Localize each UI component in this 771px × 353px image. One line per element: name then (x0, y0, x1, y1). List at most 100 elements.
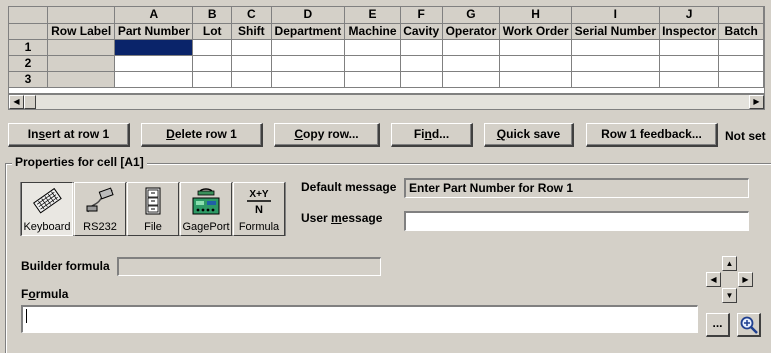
column-name-header[interactable]: Machine (344, 23, 401, 40)
column-name-header[interactable]: Cavity (400, 23, 443, 40)
grid-cell[interactable] (114, 55, 194, 72)
column-name-header[interactable]: Work Order (499, 23, 572, 40)
column-letter-header[interactable]: I (571, 7, 660, 24)
rs232-label: RS232 (83, 221, 117, 233)
delete-label-post: elete row 1 (174, 127, 237, 141)
column-letter-header[interactable]: D (271, 7, 346, 24)
grid-cell[interactable] (571, 55, 660, 72)
row-label-cell[interactable] (47, 71, 116, 88)
column-letter-header[interactable]: G (442, 7, 501, 24)
column-letter-header[interactable] (47, 7, 116, 24)
grid-cell[interactable] (271, 71, 346, 88)
source-keyboard-button[interactable]: Keyboard (21, 182, 73, 236)
grid-cell[interactable] (114, 39, 194, 56)
scroll-thumb[interactable] (24, 95, 36, 109)
grid-cell[interactable] (499, 71, 572, 88)
grid-cell[interactable] (231, 39, 272, 56)
source-gageport-button[interactable]: GagePort (180, 182, 232, 236)
arrow-left-icon[interactable]: ◀ (706, 272, 721, 287)
arrow-up-icon[interactable]: ▲ (722, 256, 737, 271)
column-letter-header[interactable] (9, 7, 48, 24)
column-letter-header[interactable] (718, 7, 764, 24)
insert-row-button[interactable]: Insert at row 1 (8, 123, 130, 147)
grid-cell[interactable] (271, 39, 346, 56)
source-formula-button[interactable]: X+Y N Formula (233, 182, 285, 236)
grid-cell[interactable] (344, 39, 401, 56)
grid-cell[interactable] (231, 55, 272, 72)
grid-cell[interactable] (192, 39, 233, 56)
scroll-left-arrow-icon[interactable]: ◀ (9, 95, 24, 109)
grid-cell[interactable] (192, 71, 233, 88)
grid-cell[interactable] (499, 55, 572, 72)
column-name-header[interactable]: Operator (442, 23, 501, 40)
copy-row-button[interactable]: Copy row... (274, 123, 380, 147)
grid-cell[interactable] (659, 71, 720, 88)
grid-cell[interactable] (400, 39, 443, 56)
grid-cell[interactable] (400, 71, 443, 88)
row-number-header[interactable]: 2 (9, 55, 48, 72)
grid-cell[interactable] (192, 55, 233, 72)
grid-cell[interactable] (442, 39, 501, 56)
formula-source-label: Formula (238, 221, 280, 233)
column-letter-header[interactable]: J (659, 7, 720, 24)
grid-cell[interactable] (571, 39, 660, 56)
grid-cell[interactable] (400, 55, 443, 72)
grid-cell[interactable] (344, 55, 401, 72)
grid-cell[interactable] (442, 55, 501, 72)
source-file-button[interactable]: File (127, 182, 179, 236)
grid-cell[interactable] (114, 71, 194, 88)
default-message-label: Default message (301, 180, 397, 194)
grid-cell[interactable] (718, 39, 764, 56)
rs232-cable-icon (86, 187, 114, 213)
column-name-header[interactable]: Inspector (659, 23, 720, 40)
grid-cell[interactable] (442, 71, 501, 88)
formula-browse-button[interactable]: ... (706, 313, 730, 337)
column-name-header[interactable]: Department (271, 23, 346, 40)
formula-icon-numerator: X+Y (249, 189, 269, 200)
arrow-right-icon[interactable]: ▶ (738, 272, 753, 287)
grid-cell[interactable] (718, 71, 764, 88)
find-button[interactable]: Find... (391, 123, 473, 147)
grid-cell[interactable] (659, 55, 720, 72)
row-number-header[interactable]: 3 (9, 71, 48, 88)
grid-cell[interactable] (659, 39, 720, 56)
svg-text:N: N (255, 204, 263, 216)
spreadsheet-grid[interactable]: A B C D E F G H I J Row Label Part Number Lot Shift De… (8, 6, 765, 94)
delete-row-button[interactable]: Delete row 1 (141, 123, 263, 147)
grid-cell[interactable] (718, 55, 764, 72)
row-label-cell[interactable] (47, 39, 116, 56)
horizontal-scrollbar[interactable]: ◀ ▶ (8, 94, 765, 110)
column-letter-header[interactable]: B (192, 7, 233, 24)
column-name-header[interactable] (9, 23, 48, 40)
column-letter-header[interactable]: H (499, 7, 572, 24)
row-label-cell[interactable] (47, 55, 116, 72)
source-rs232-button[interactable]: RS232 (74, 182, 126, 236)
column-letter-header[interactable]: A (114, 7, 194, 24)
insert-label-pre: In (27, 127, 39, 141)
column-name-header[interactable]: Lot (192, 23, 233, 40)
grid-cell[interactable] (571, 71, 660, 88)
column-name-header[interactable]: Batch (718, 23, 764, 40)
grid-cell[interactable] (499, 39, 572, 56)
row-number-header[interactable]: 1 (9, 39, 48, 56)
grid-cell[interactable] (271, 55, 346, 72)
grid-cell[interactable] (344, 71, 401, 88)
column-name-header[interactable]: Serial Number (571, 23, 660, 40)
column-letter-header[interactable]: F (400, 7, 443, 24)
column-letter-header[interactable]: C (231, 7, 272, 24)
zoom-button[interactable] (737, 313, 761, 337)
arrow-down-icon[interactable]: ▼ (722, 288, 737, 303)
column-letter-header[interactable]: E (344, 7, 401, 24)
grid-cell[interactable] (231, 71, 272, 88)
column-name-header[interactable]: Part Number (114, 23, 194, 40)
scroll-right-arrow-icon[interactable]: ▶ (749, 95, 764, 109)
row-feedback-button[interactable]: Row 1 feedback... (586, 123, 718, 147)
quick-save-button[interactable]: Quick save (484, 123, 574, 147)
formula-label: Formula (21, 287, 68, 301)
formula-input[interactable] (21, 305, 698, 333)
user-message-input[interactable] (404, 211, 749, 231)
keyboard-icon (33, 187, 62, 214)
column-name-header[interactable]: Shift (231, 23, 272, 40)
default-message-field: Enter Part Number for Row 1 (404, 178, 749, 198)
column-name-header[interactable]: Row Label (47, 23, 116, 40)
